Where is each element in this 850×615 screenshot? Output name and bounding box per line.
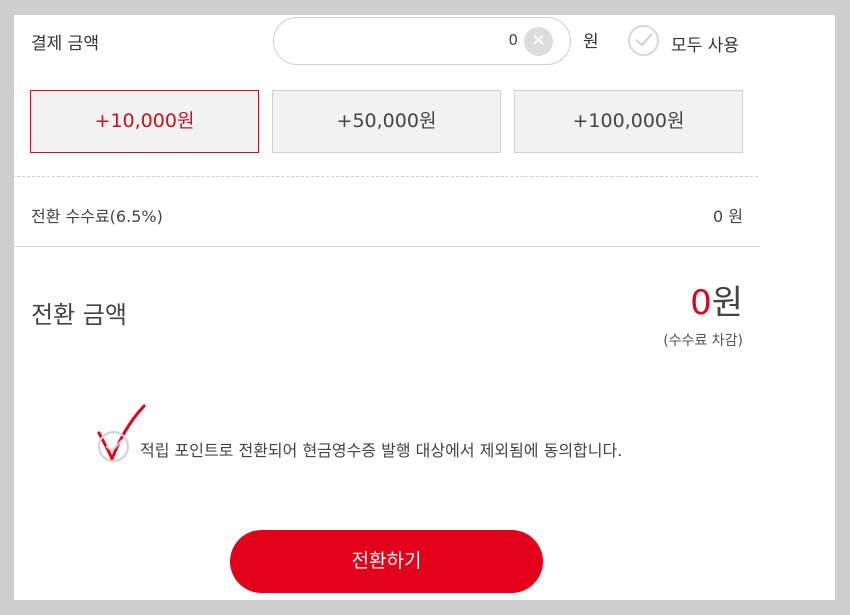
check-icon xyxy=(105,439,123,453)
conversion-amount-unit: 원 xyxy=(711,283,743,323)
add-10000-button[interactable]: +10,000원 xyxy=(30,90,259,153)
use-all-label[interactable]: 모두 사용 xyxy=(671,31,739,56)
close-icon[interactable]: ✕ xyxy=(524,27,553,56)
check-icon xyxy=(635,33,653,47)
conversion-amount-value: 0원 xyxy=(690,275,743,324)
divider xyxy=(12,176,758,177)
payment-amount-value: 0 xyxy=(508,31,518,49)
conversion-amount-number: 0 xyxy=(690,283,712,323)
payment-amount-label: 결제 금액 xyxy=(31,34,99,54)
conversion-panel: 결제 금액 0 ✕ 원 모두 사용 +10,000원 +50,000원 +100… xyxy=(12,15,835,600)
agreement-checkbox[interactable] xyxy=(98,431,129,462)
add-100000-button[interactable]: +100,000원 xyxy=(514,90,743,153)
add-50000-button[interactable]: +50,000원 xyxy=(272,90,501,153)
use-all-checkbox[interactable] xyxy=(628,25,659,56)
conversion-amount-label: 전환 금액 xyxy=(31,301,127,329)
fee-deducted-note: (수수료 차감) xyxy=(663,333,743,349)
conversion-fee-value: 0 원 xyxy=(713,207,743,226)
payment-unit: 원 xyxy=(583,32,599,52)
conversion-fee-label: 전환 수수료(6.5%) xyxy=(31,207,163,226)
divider xyxy=(12,246,760,247)
agreement-text[interactable]: 적립 포인트로 전환되어 현금영수증 발행 대상에서 제외됨에 동의합니다. xyxy=(140,437,622,461)
payment-amount-input[interactable]: 0 ✕ xyxy=(273,17,571,65)
convert-button[interactable]: 전환하기 xyxy=(230,530,543,593)
